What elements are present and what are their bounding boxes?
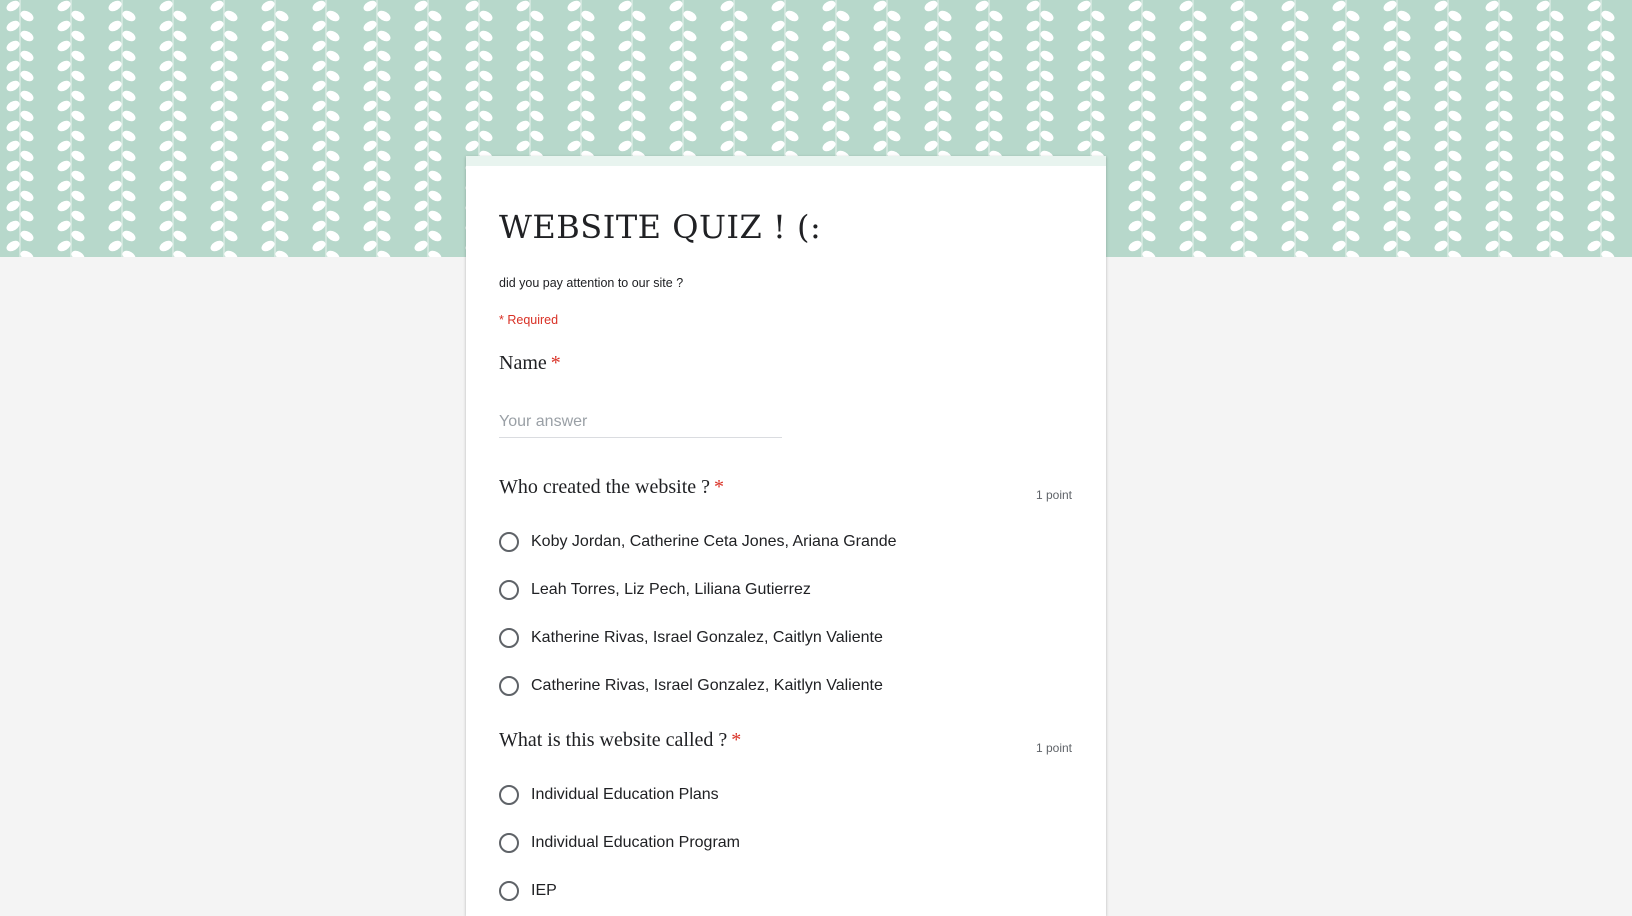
option-label: Catherine Rivas, Israel Gonzalez, Kaitly… (531, 677, 883, 694)
radio-circle-icon[interactable] (499, 676, 519, 696)
question-name-title: Name * (499, 352, 561, 375)
radio-option[interactable]: Leah Torres, Liz Pech, Liliana Gutierrez (499, 576, 811, 604)
radio-option[interactable]: Individual Education Plans (499, 781, 719, 809)
required-note: * Required (499, 313, 559, 327)
question-label: What is this website called ? (499, 729, 728, 751)
radio-option[interactable]: Katherine Rivas, Israel Gonzalez, Caitly… (499, 624, 883, 652)
option-label: Leah Torres, Liz Pech, Liliana Gutierrez (531, 581, 811, 598)
radio-circle-icon[interactable] (499, 532, 519, 552)
question-creator-title: Who created the website ? * (499, 476, 724, 499)
name-answer-input[interactable] (499, 407, 782, 438)
form-title: WEBSITE QUIZ ! (: (499, 208, 822, 246)
radio-option[interactable]: Koby Jordan, Catherine Ceta Jones, Arian… (499, 528, 897, 556)
radio-circle-icon[interactable] (499, 628, 519, 648)
option-label: Individual Education Program (531, 834, 741, 851)
form-description: did you pay attention to our site ? (499, 276, 684, 290)
radio-option[interactable]: Individual Education Program (499, 829, 740, 857)
form-card: WEBSITE QUIZ ! (: did you pay attention … (466, 156, 1106, 916)
question-label: Who created the website ? (499, 476, 711, 498)
option-label: Katherine Rivas, Israel Gonzalez, Caitly… (531, 629, 883, 646)
radio-circle-icon[interactable] (499, 833, 519, 853)
required-asterisk: * (714, 476, 725, 498)
required-asterisk: * (731, 729, 742, 751)
radio-circle-icon[interactable] (499, 881, 519, 901)
question-website-name-title: What is this website called ? * (499, 729, 741, 752)
radio-option[interactable]: IEP (499, 877, 557, 905)
radio-circle-icon[interactable] (499, 785, 519, 805)
question-label: Name (499, 352, 547, 374)
option-label: Koby Jordan, Catherine Ceta Jones, Arian… (531, 533, 897, 550)
radio-option[interactable]: Catherine Rivas, Israel Gonzalez, Kaitly… (499, 672, 883, 700)
required-asterisk: * (550, 352, 561, 374)
option-label: Individual Education Plans (531, 786, 719, 803)
radio-circle-icon[interactable] (499, 580, 519, 600)
question-points: 1 point (1035, 488, 1072, 502)
question-points: 1 point (1035, 741, 1072, 755)
option-label: IEP (531, 882, 557, 899)
